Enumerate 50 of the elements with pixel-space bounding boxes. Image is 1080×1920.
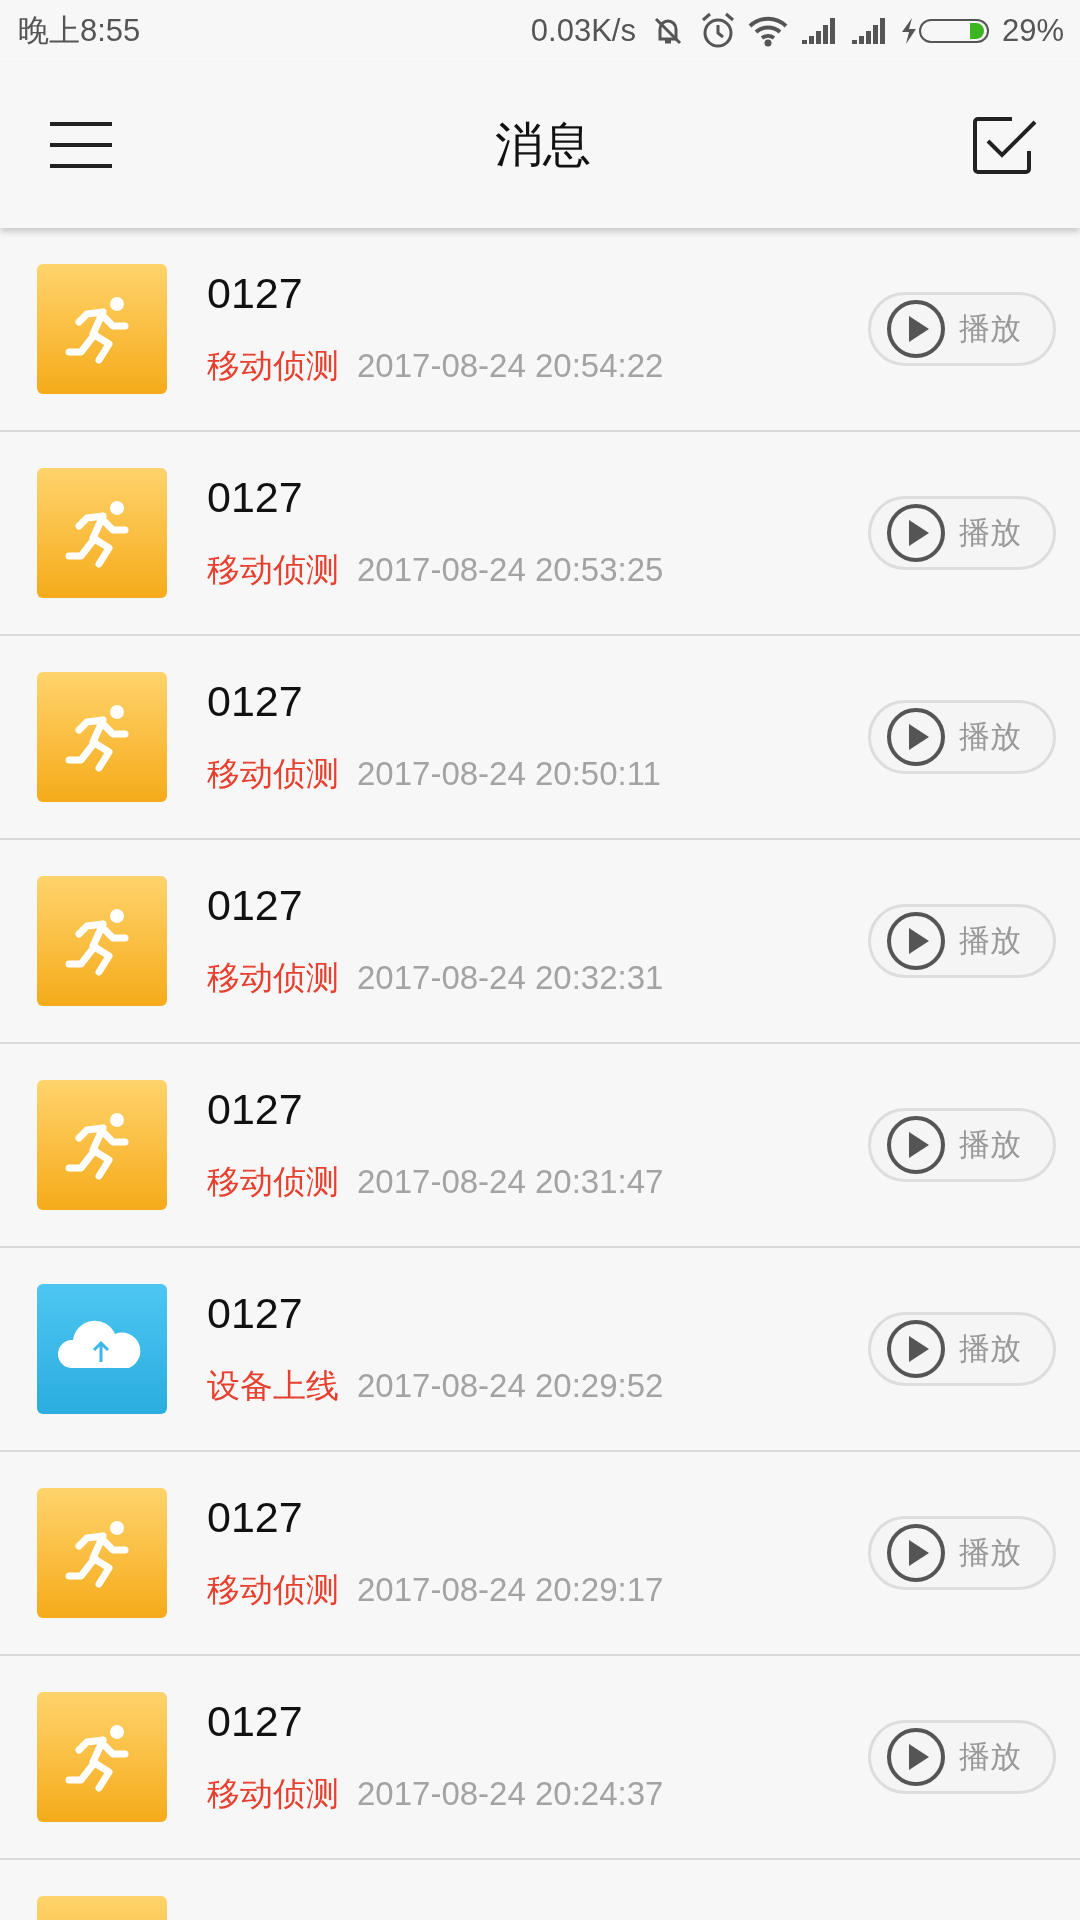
timestamp: 2017-08-24 20:50:11 bbox=[357, 755, 661, 793]
timestamp: 2017-08-24 20:31:47 bbox=[357, 1163, 664, 1201]
timestamp: 2017-08-24 20:29:52 bbox=[357, 1367, 664, 1405]
event-type: 移动侦测 bbox=[207, 1569, 339, 1611]
event-type: 移动侦测 bbox=[207, 345, 339, 387]
wifi-icon bbox=[747, 14, 788, 48]
play-icon bbox=[885, 1114, 947, 1176]
message-row[interactable]: 0127 移动侦测 2017-08-24 20:29:17 播放 bbox=[0, 1452, 1080, 1656]
event-type: 设备上线 bbox=[207, 1365, 339, 1407]
play-icon bbox=[885, 502, 947, 564]
message-row[interactable]: 0127 移动侦测 2017-08-24 20:50:11 播放 bbox=[0, 636, 1080, 840]
network-speed: 0.03K/s bbox=[530, 13, 636, 49]
message-row[interactable]: 0127 移动侦测 2017-08-24 20:53:25 播放 bbox=[0, 432, 1080, 636]
page-title: 消息 bbox=[495, 115, 591, 174]
device-name: 0127 bbox=[207, 1085, 304, 1134]
device-name: 0127 bbox=[207, 269, 304, 318]
play-icon bbox=[885, 1318, 947, 1380]
timestamp: 2017-08-24 20:24:37 bbox=[357, 1775, 664, 1813]
checkbox-icon[interactable] bbox=[972, 115, 1038, 175]
message-row[interactable]: 0127 移动侦测 2017-08-24 20:54:22 播放 bbox=[0, 228, 1080, 432]
event-type: 移动侦测 bbox=[207, 957, 339, 999]
event-type: 移动侦测 bbox=[207, 549, 339, 591]
event-type: 移动侦测 bbox=[207, 753, 339, 795]
play-icon bbox=[885, 298, 947, 360]
timestamp: 2017-08-24 20:29:17 bbox=[357, 1571, 664, 1609]
message-row[interactable]: 0127 设备上线 2017-08-24 20:29:52 播放 bbox=[0, 1248, 1080, 1452]
clock: 晚上8:55 bbox=[18, 12, 141, 50]
battery-icon bbox=[899, 16, 990, 46]
device-name: 0127 bbox=[207, 1697, 304, 1746]
play-icon bbox=[885, 910, 947, 972]
message-row[interactable]: 0127 移动侦测 2017-08-24 20:31:47 播放 bbox=[0, 1044, 1080, 1248]
device-name: 0127 bbox=[207, 473, 304, 522]
event-type: 移动侦测 bbox=[207, 1161, 339, 1203]
play-icon bbox=[885, 706, 947, 768]
timestamp: 2017-08-24 20:54:22 bbox=[357, 347, 664, 385]
device-name: 0127 bbox=[207, 1289, 304, 1338]
battery-percentage: 29% bbox=[1001, 13, 1064, 49]
timestamp: 2017-08-24 20:53:25 bbox=[357, 551, 664, 589]
message-row[interactable]: 0127 移动侦测 2017-08-24 20:24:37 播放 bbox=[0, 1656, 1080, 1860]
menu-icon[interactable] bbox=[48, 120, 114, 170]
device-name: 0127 bbox=[207, 881, 304, 930]
device-name: 0127 bbox=[207, 1493, 304, 1542]
device-name: 0127 bbox=[207, 677, 304, 726]
signal-icon bbox=[849, 16, 888, 46]
signal-icon bbox=[799, 16, 838, 46]
play-icon bbox=[885, 1522, 947, 1584]
timestamp: 2017-08-24 20:32:31 bbox=[357, 959, 664, 997]
play-icon bbox=[885, 1726, 947, 1788]
event-type: 移动侦测 bbox=[207, 1773, 339, 1815]
message-row[interactable]: 0127 移动侦测 2017-08-24 20:32:31 播放 bbox=[0, 840, 1080, 1044]
